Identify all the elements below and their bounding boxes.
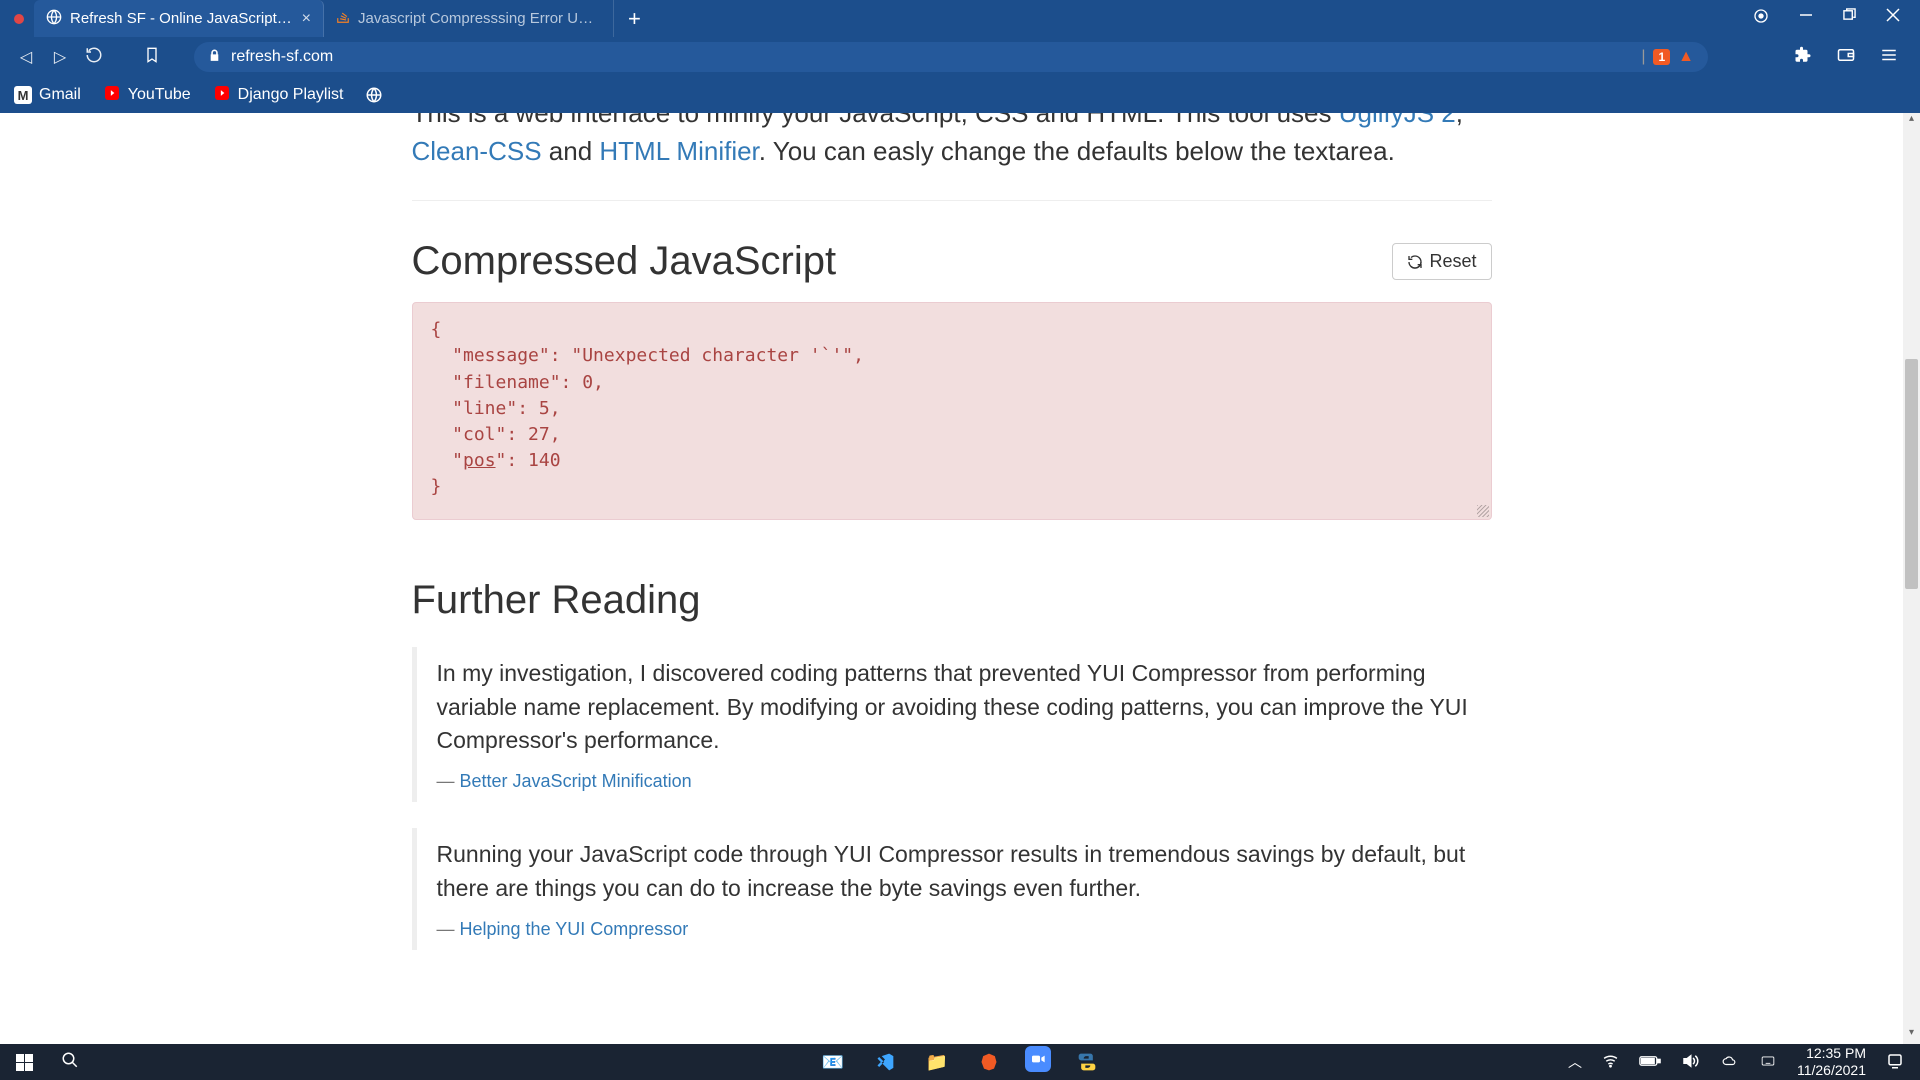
gmail-icon: M: [14, 86, 32, 104]
brave-logo-icon: ▲: [1678, 48, 1694, 66]
wifi-icon[interactable]: [1602, 1052, 1619, 1072]
bookmarks-bar: M Gmail YouTube Django Playlist: [0, 77, 1920, 113]
bookmark-gmail[interactable]: M Gmail: [14, 86, 81, 104]
tab-active[interactable]: Refresh SF - Online JavaScript an ×: [34, 0, 324, 37]
intro-text: This is a web interface to minify your J…: [412, 113, 1339, 128]
bookmark-globe[interactable]: [365, 86, 383, 104]
volume-icon[interactable]: [1681, 1052, 1699, 1073]
bookmark-django[interactable]: Django Playlist: [213, 86, 344, 105]
vscode-app-icon[interactable]: [869, 1046, 901, 1078]
url-actions: | 1 ▲: [1641, 48, 1694, 66]
scroll-thumb[interactable]: [1905, 359, 1918, 589]
quote-block: In my investigation, I discovered coding…: [412, 647, 1492, 802]
cite-link[interactable]: Helping the YUI Compressor: [460, 919, 689, 939]
further-reading-heading: Further Reading: [412, 578, 1492, 623]
quote-body: In my investigation, I discovered coding…: [437, 657, 1472, 757]
quote-block: Running your JavaScript code through YUI…: [412, 828, 1492, 950]
scroll-up-arrow[interactable]: ▴: [1903, 113, 1920, 130]
back-button[interactable]: ◁: [12, 47, 40, 67]
record-icon: [14, 14, 24, 24]
uglifyjs-link[interactable]: UglifyJS 2: [1339, 113, 1456, 128]
tab-title: Refresh SF - Online JavaScript an: [70, 10, 294, 27]
tab-inactive[interactable]: Javascript Compresssing Error Unexpe: [324, 0, 614, 37]
browser-chrome: Refresh SF - Online JavaScript an × Java…: [0, 0, 1920, 113]
clock-time: 12:35 PM: [1797, 1045, 1866, 1062]
url-input[interactable]: refresh-sf.com | 1 ▲: [194, 42, 1708, 72]
scroll-down-arrow[interactable]: ▾: [1903, 1027, 1920, 1044]
notifications-icon[interactable]: [1886, 1052, 1904, 1073]
clock-date: 11/26/2021: [1797, 1062, 1866, 1079]
tab-bar: Refresh SF - Online JavaScript an × Java…: [0, 0, 1920, 37]
taskbar: 📧 📁 ︿ 12:35 PM 11/26/2021: [0, 1044, 1920, 1080]
stackoverflow-icon: [336, 10, 350, 28]
forward-button[interactable]: ▷: [46, 47, 74, 67]
vpn-icon[interactable]: [1753, 8, 1769, 29]
shield-badge[interactable]: 1: [1653, 49, 1670, 65]
divider: [412, 200, 1492, 201]
taskbar-apps: 📧 📁: [817, 1046, 1103, 1078]
mail-app-icon[interactable]: 📧: [817, 1046, 849, 1078]
cleancss-link[interactable]: Clean-CSS: [412, 136, 542, 166]
bookmark-label: YouTube: [128, 86, 191, 104]
intro-paragraph: This is a web interface to minify your J…: [412, 113, 1492, 170]
htmlminifier-link[interactable]: HTML Minifier: [599, 136, 758, 166]
tab-title: Javascript Compresssing Error Unexpe: [358, 10, 601, 27]
close-icon[interactable]: [1886, 8, 1900, 29]
minimize-icon[interactable]: [1799, 8, 1813, 29]
section-heading: Compressed JavaScript: [412, 239, 837, 284]
reset-icon: [1407, 254, 1423, 270]
explorer-app-icon[interactable]: 📁: [921, 1046, 953, 1078]
vertical-scrollbar[interactable]: ▴ ▾: [1903, 113, 1920, 1044]
youtube-icon: [213, 86, 231, 105]
brave-app-icon[interactable]: [973, 1046, 1005, 1078]
lock-icon: [208, 49, 221, 65]
reload-button[interactable]: [80, 46, 108, 69]
globe-icon: [365, 86, 383, 104]
python-app-icon[interactable]: [1071, 1046, 1103, 1078]
close-icon[interactable]: ×: [302, 10, 311, 28]
quote-body: Running your JavaScript code through YUI…: [437, 838, 1472, 905]
bookmark-icon[interactable]: [144, 46, 160, 69]
wallet-icon[interactable]: [1836, 46, 1856, 69]
tray-chevron-icon[interactable]: ︿: [1568, 1052, 1582, 1072]
error-output[interactable]: { "message": "Unexpected character '`'",…: [412, 302, 1492, 520]
extensions-icon[interactable]: [1794, 46, 1812, 69]
window-controls: [1753, 8, 1920, 29]
start-button[interactable]: [16, 1054, 33, 1071]
bookmark-label: Gmail: [39, 86, 81, 104]
reset-label: Reset: [1429, 251, 1476, 272]
reset-button[interactable]: Reset: [1392, 243, 1491, 280]
maximize-icon[interactable]: [1843, 8, 1856, 29]
resize-handle[interactable]: [1477, 505, 1489, 517]
youtube-icon: [103, 86, 121, 105]
keyboard-icon[interactable]: [1759, 1054, 1777, 1071]
address-bar: ◁ ▷ refresh-sf.com | 1 ▲: [0, 37, 1920, 77]
toolbar-right: [1794, 46, 1908, 69]
intro-text: . You can easly change the defaults belo…: [759, 136, 1395, 166]
zoom-app-icon[interactable]: [1025, 1046, 1051, 1072]
quote-cite: Helping the YUI Compressor: [437, 919, 1472, 940]
pos-link[interactable]: pos: [463, 450, 496, 471]
quote-cite: Better JavaScript Minification: [437, 771, 1472, 792]
new-tab-button[interactable]: +: [614, 6, 655, 32]
clock[interactable]: 12:35 PM 11/26/2021: [1797, 1045, 1866, 1079]
url-text: refresh-sf.com: [231, 48, 333, 66]
bookmark-youtube[interactable]: YouTube: [103, 86, 191, 105]
page-viewport: This is a web interface to minify your J…: [0, 113, 1903, 1044]
globe-icon: [46, 9, 62, 29]
battery-icon[interactable]: [1639, 1054, 1661, 1071]
cite-link[interactable]: Better JavaScript Minification: [460, 771, 692, 791]
bookmark-label: Django Playlist: [238, 86, 344, 104]
menu-icon[interactable]: [1880, 46, 1898, 69]
onedrive-icon[interactable]: [1719, 1054, 1739, 1071]
search-icon[interactable]: [61, 1051, 79, 1074]
